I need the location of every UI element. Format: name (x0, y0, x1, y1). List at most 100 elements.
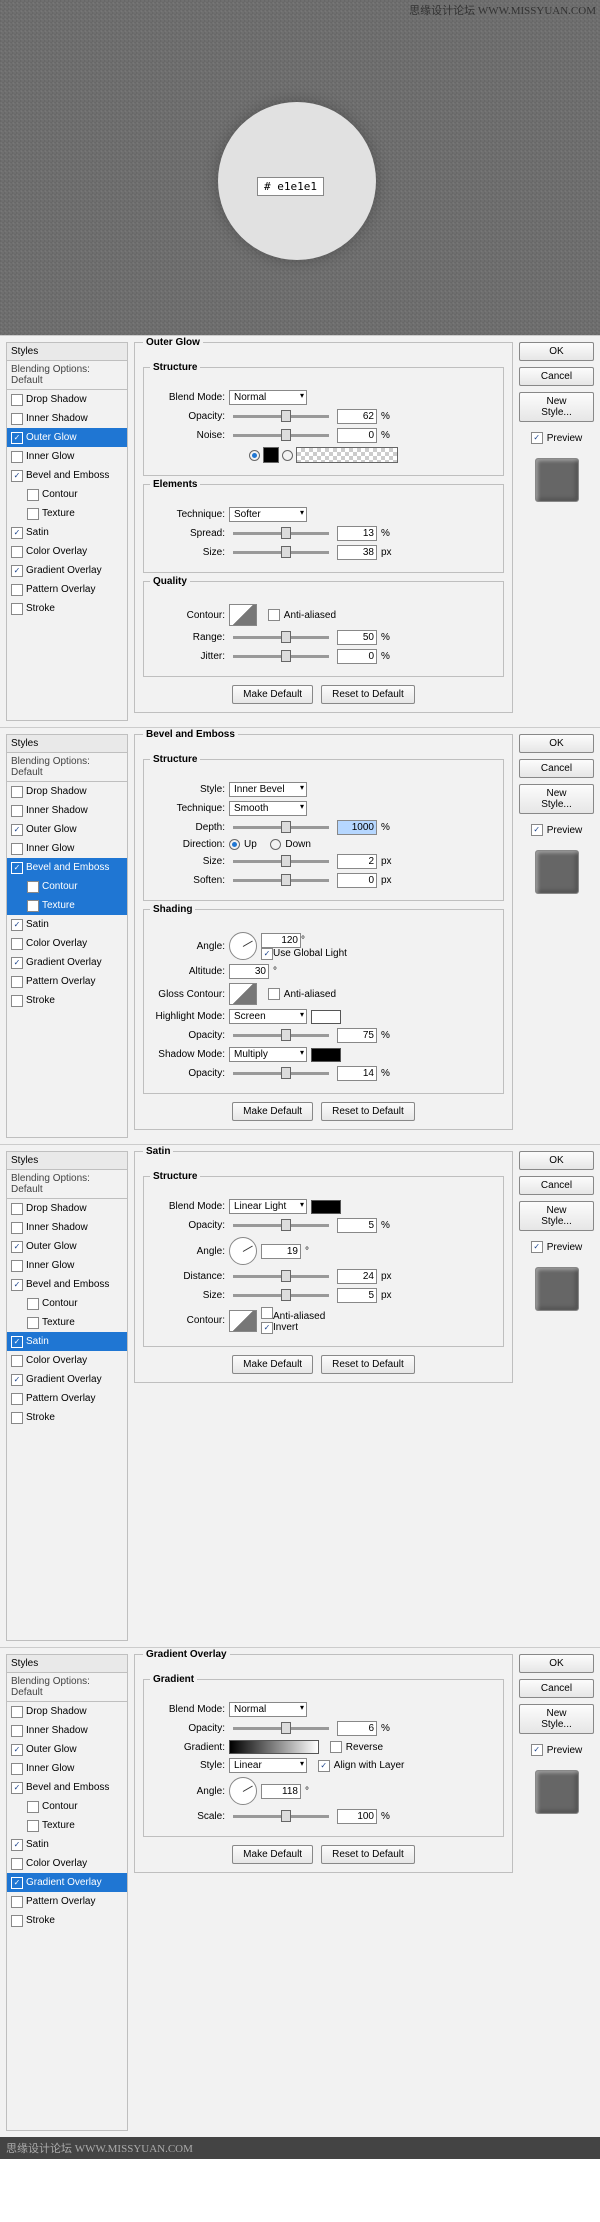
shadow-opacity-slider[interactable] (233, 1072, 329, 1075)
style-checkbox[interactable] (11, 786, 23, 798)
blending-options-default[interactable]: Blending Options: Default (7, 361, 127, 390)
size-slider[interactable] (233, 1294, 329, 1297)
style-checkbox[interactable] (11, 1393, 23, 1405)
style-checkbox[interactable] (11, 1355, 23, 1367)
distance-input[interactable] (337, 1269, 377, 1284)
blend-mode-dropdown[interactable]: Linear Light (229, 1199, 307, 1214)
style-checkbox[interactable] (11, 394, 23, 406)
make-default-button[interactable]: Make Default (232, 1845, 313, 1864)
direction-up-radio[interactable] (229, 839, 240, 850)
style-checkbox[interactable] (11, 1706, 23, 1718)
style-pattern-overlay[interactable]: Pattern Overlay (7, 580, 127, 599)
style-checkbox[interactable] (11, 1896, 23, 1908)
soften-input[interactable] (337, 873, 377, 888)
style-outer-glow[interactable]: Outer Glow (7, 428, 127, 447)
reset-default-button[interactable]: Reset to Default (321, 1102, 415, 1121)
new-style-button[interactable]: New Style... (519, 1704, 594, 1734)
style-contour[interactable]: Contour (7, 1797, 127, 1816)
style-contour[interactable]: Contour (7, 1294, 127, 1313)
style-gradient-overlay[interactable]: Gradient Overlay (7, 1370, 127, 1389)
style-inner-glow[interactable]: Inner Glow (7, 839, 127, 858)
gradient-picker[interactable] (229, 1740, 319, 1754)
style-stroke[interactable]: Stroke (7, 1408, 127, 1427)
style-satin[interactable]: Satin (7, 1835, 127, 1854)
style-checkbox[interactable] (27, 1317, 39, 1329)
scale-input[interactable] (337, 1809, 377, 1824)
style-checkbox[interactable] (11, 584, 23, 596)
style-checkbox[interactable] (27, 508, 39, 520)
style-checkbox[interactable] (11, 805, 23, 817)
technique-dropdown[interactable]: Smooth (229, 801, 307, 816)
style-inner-glow[interactable]: Inner Glow (7, 1759, 127, 1778)
direction-down-radio[interactable] (270, 839, 281, 850)
style-checkbox[interactable] (11, 1279, 23, 1291)
style-checkbox[interactable] (11, 995, 23, 1007)
style-checkbox[interactable] (11, 919, 23, 931)
style-color-overlay[interactable]: Color Overlay (7, 1351, 127, 1370)
cancel-button[interactable]: Cancel (519, 1176, 594, 1195)
preview-checkbox[interactable] (531, 432, 543, 444)
style-pattern-overlay[interactable]: Pattern Overlay (7, 1389, 127, 1408)
style-checkbox[interactable] (27, 489, 39, 501)
ok-button[interactable]: OK (519, 1151, 594, 1170)
ok-button[interactable]: OK (519, 342, 594, 361)
size-input[interactable] (337, 545, 377, 560)
style-checkbox[interactable] (11, 1260, 23, 1272)
depth-slider[interactable] (233, 826, 329, 829)
reset-default-button[interactable]: Reset to Default (321, 1355, 415, 1374)
style-bevel-and-emboss[interactable]: Bevel and Emboss (7, 1778, 127, 1797)
gradient-style-dropdown[interactable]: Linear (229, 1758, 307, 1773)
shadow-mode-dropdown[interactable]: Multiply (229, 1047, 307, 1062)
style-inner-glow[interactable]: Inner Glow (7, 447, 127, 466)
style-gradient-overlay[interactable]: Gradient Overlay (7, 953, 127, 972)
angle-input[interactable] (261, 1784, 301, 1799)
style-checkbox[interactable] (11, 1725, 23, 1737)
opacity-input[interactable] (337, 1218, 377, 1233)
style-checkbox[interactable] (27, 1820, 39, 1832)
scale-slider[interactable] (233, 1815, 329, 1818)
spread-slider[interactable] (233, 532, 329, 535)
angle-input[interactable] (261, 933, 301, 948)
style-color-overlay[interactable]: Color Overlay (7, 1854, 127, 1873)
range-input[interactable] (337, 630, 377, 645)
highlight-mode-dropdown[interactable]: Screen (229, 1009, 307, 1024)
style-drop-shadow[interactable]: Drop Shadow (7, 1702, 127, 1721)
style-satin[interactable]: Satin (7, 523, 127, 542)
technique-dropdown[interactable]: Softer (229, 507, 307, 522)
angle-wheel[interactable] (229, 932, 257, 960)
style-contour[interactable]: Contour (7, 485, 127, 504)
reverse-checkbox[interactable] (330, 1741, 342, 1753)
style-checkbox[interactable] (11, 1858, 23, 1870)
style-checkbox[interactable] (11, 957, 23, 969)
size-slider[interactable] (233, 860, 329, 863)
style-stroke[interactable]: Stroke (7, 991, 127, 1010)
noise-slider[interactable] (233, 434, 329, 437)
distance-slider[interactable] (233, 1275, 329, 1278)
style-checkbox[interactable] (11, 976, 23, 988)
opacity-input[interactable] (337, 409, 377, 424)
style-satin[interactable]: Satin (7, 1332, 127, 1351)
style-texture[interactable]: Texture (7, 896, 127, 915)
style-checkbox[interactable] (11, 1241, 23, 1253)
align-layer-checkbox[interactable] (318, 1760, 330, 1772)
anti-aliased-checkbox[interactable] (268, 988, 280, 1000)
style-checkbox[interactable] (11, 603, 23, 615)
cancel-button[interactable]: Cancel (519, 367, 594, 386)
altitude-input[interactable] (229, 964, 269, 979)
contour-picker[interactable] (229, 604, 257, 626)
style-gradient-overlay[interactable]: Gradient Overlay (7, 561, 127, 580)
angle-input[interactable] (261, 1244, 301, 1259)
angle-wheel[interactable] (229, 1777, 257, 1805)
new-style-button[interactable]: New Style... (519, 784, 594, 814)
style-checkbox[interactable] (11, 824, 23, 836)
style-checkbox[interactable] (11, 565, 23, 577)
style-drop-shadow[interactable]: Drop Shadow (7, 390, 127, 409)
anti-aliased-checkbox[interactable] (261, 1307, 273, 1319)
style-checkbox[interactable] (11, 451, 23, 463)
jitter-input[interactable] (337, 649, 377, 664)
make-default-button[interactable]: Make Default (232, 1102, 313, 1121)
opacity-slider[interactable] (233, 415, 329, 418)
style-bevel-and-emboss[interactable]: Bevel and Emboss (7, 1275, 127, 1294)
anti-aliased-checkbox[interactable] (268, 609, 280, 621)
new-style-button[interactable]: New Style... (519, 392, 594, 422)
